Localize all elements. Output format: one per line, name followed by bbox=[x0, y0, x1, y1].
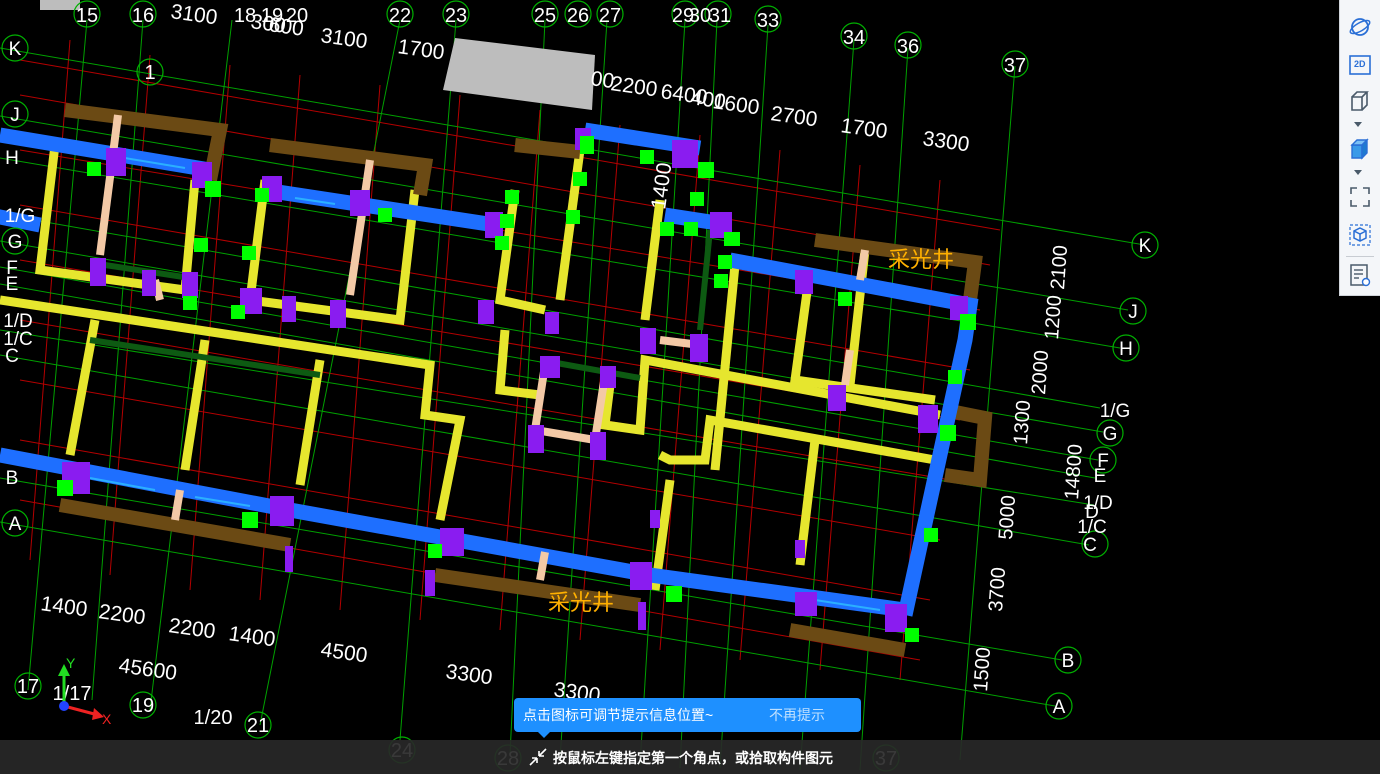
axis-bottom-19: 19 bbox=[132, 695, 154, 717]
axis-right-E: E bbox=[1094, 466, 1107, 487]
axis-left-H: H bbox=[5, 148, 19, 169]
axis-bottom-1-17: 1/17 bbox=[53, 683, 92, 705]
dim-600: 600 bbox=[267, 13, 305, 41]
2d-view-label: 2D bbox=[1354, 59, 1366, 69]
axis-top-31: 31 bbox=[709, 5, 731, 27]
axis-right-K: K bbox=[1139, 236, 1152, 257]
axis-right-C: C bbox=[1083, 535, 1097, 556]
tip-popup[interactable]: 点击图标可调节提示信息位置~ 不再提示 bbox=[514, 698, 861, 738]
gray-block-top bbox=[40, 0, 80, 10]
tip-text: 点击图标可调节提示信息位置~ bbox=[523, 707, 714, 723]
dim-1200: 1200 bbox=[1041, 294, 1066, 340]
drawing-viewport[interactable]: 15 16 18 19 20 22 23 25 26 27 29 30 31 3… bbox=[0, 0, 1380, 774]
axis-top-22: 22 bbox=[389, 5, 411, 27]
dim-2000: 2000 bbox=[1028, 349, 1053, 395]
dim-1500: 1500 bbox=[970, 646, 995, 692]
axis-bottom-1-20: 1/20 bbox=[194, 707, 233, 729]
axis-top-15: 15 bbox=[76, 5, 98, 27]
axis-left-K: K bbox=[9, 39, 22, 60]
dim-3700: 3700 bbox=[985, 566, 1010, 612]
grid-label-1: 1 bbox=[144, 62, 155, 84]
skylight-label-bottom: 采光井 bbox=[548, 591, 614, 616]
axis-left-G: G bbox=[8, 232, 23, 253]
axis-right-G: G bbox=[1103, 424, 1118, 445]
axis-bottom-21: 21 bbox=[247, 715, 269, 737]
component-view-button[interactable] bbox=[1346, 222, 1374, 248]
collapse-icon[interactable] bbox=[528, 747, 548, 767]
toolbar-separator bbox=[1346, 256, 1374, 257]
axis-top-37: 37 bbox=[1004, 55, 1026, 77]
2d-view-button[interactable]: 2D bbox=[1346, 52, 1374, 78]
dim-1300: 1300 bbox=[1010, 399, 1035, 445]
3d-solid-view-button[interactable] bbox=[1346, 136, 1374, 162]
axis-top-34: 34 bbox=[843, 27, 865, 49]
skylight-label-right: 采光井 bbox=[888, 248, 954, 273]
axis-top-33: 33 bbox=[757, 10, 779, 32]
axis-right-1G: 1/G bbox=[1100, 401, 1131, 422]
tip-dismiss-button[interactable]: 不再提示 bbox=[769, 705, 861, 725]
axis-left-1G: 1/G bbox=[5, 206, 36, 227]
dim-5000: 5000 bbox=[995, 494, 1020, 540]
axis-right-A: A bbox=[1053, 697, 1066, 718]
axis-top-30: 30 bbox=[689, 5, 711, 27]
view-toolbar: 2D bbox=[1339, 0, 1380, 296]
axis-top-25: 25 bbox=[534, 5, 556, 27]
dim-2100: 2100 bbox=[1047, 244, 1072, 290]
axis-top-16: 16 bbox=[132, 5, 154, 27]
tip-pointer bbox=[538, 732, 550, 738]
dim-14800: 14800 bbox=[1061, 443, 1087, 500]
axis-top-26: 26 bbox=[567, 5, 589, 27]
axis-left-J: J bbox=[10, 105, 20, 126]
axis-right-J: J bbox=[1128, 302, 1138, 323]
status-bar: 按鼠标左键指定第一个角点，或拾取构件图元 bbox=[0, 740, 1380, 774]
axis-left-C: C bbox=[5, 346, 19, 367]
axis-left-E: E bbox=[6, 274, 19, 295]
3d-view-button[interactable] bbox=[1346, 88, 1374, 114]
axis-right-H: H bbox=[1119, 339, 1133, 360]
axis-top-36: 36 bbox=[897, 36, 919, 58]
axis-left-A: A bbox=[9, 514, 22, 535]
fullscreen-button[interactable] bbox=[1346, 184, 1374, 210]
3d-solid-dropdown-icon[interactable] bbox=[1354, 170, 1362, 175]
orbit-icon[interactable] bbox=[1346, 14, 1374, 40]
3d-view-dropdown-icon[interactable] bbox=[1354, 122, 1362, 127]
status-prompt: 按鼠标左键指定第一个角点，或拾取构件图元 bbox=[553, 750, 833, 766]
axis-bottom-17: 17 bbox=[17, 676, 39, 698]
gizmo-x-label: X bbox=[102, 711, 112, 727]
axis-top-23: 23 bbox=[445, 5, 467, 27]
axis-left-B: B bbox=[6, 468, 19, 489]
properties-view-button[interactable] bbox=[1346, 262, 1374, 288]
gizmo-y-label: Y bbox=[66, 655, 76, 671]
axis-right-B: B bbox=[1062, 651, 1075, 672]
axis-top-27: 27 bbox=[599, 5, 621, 27]
